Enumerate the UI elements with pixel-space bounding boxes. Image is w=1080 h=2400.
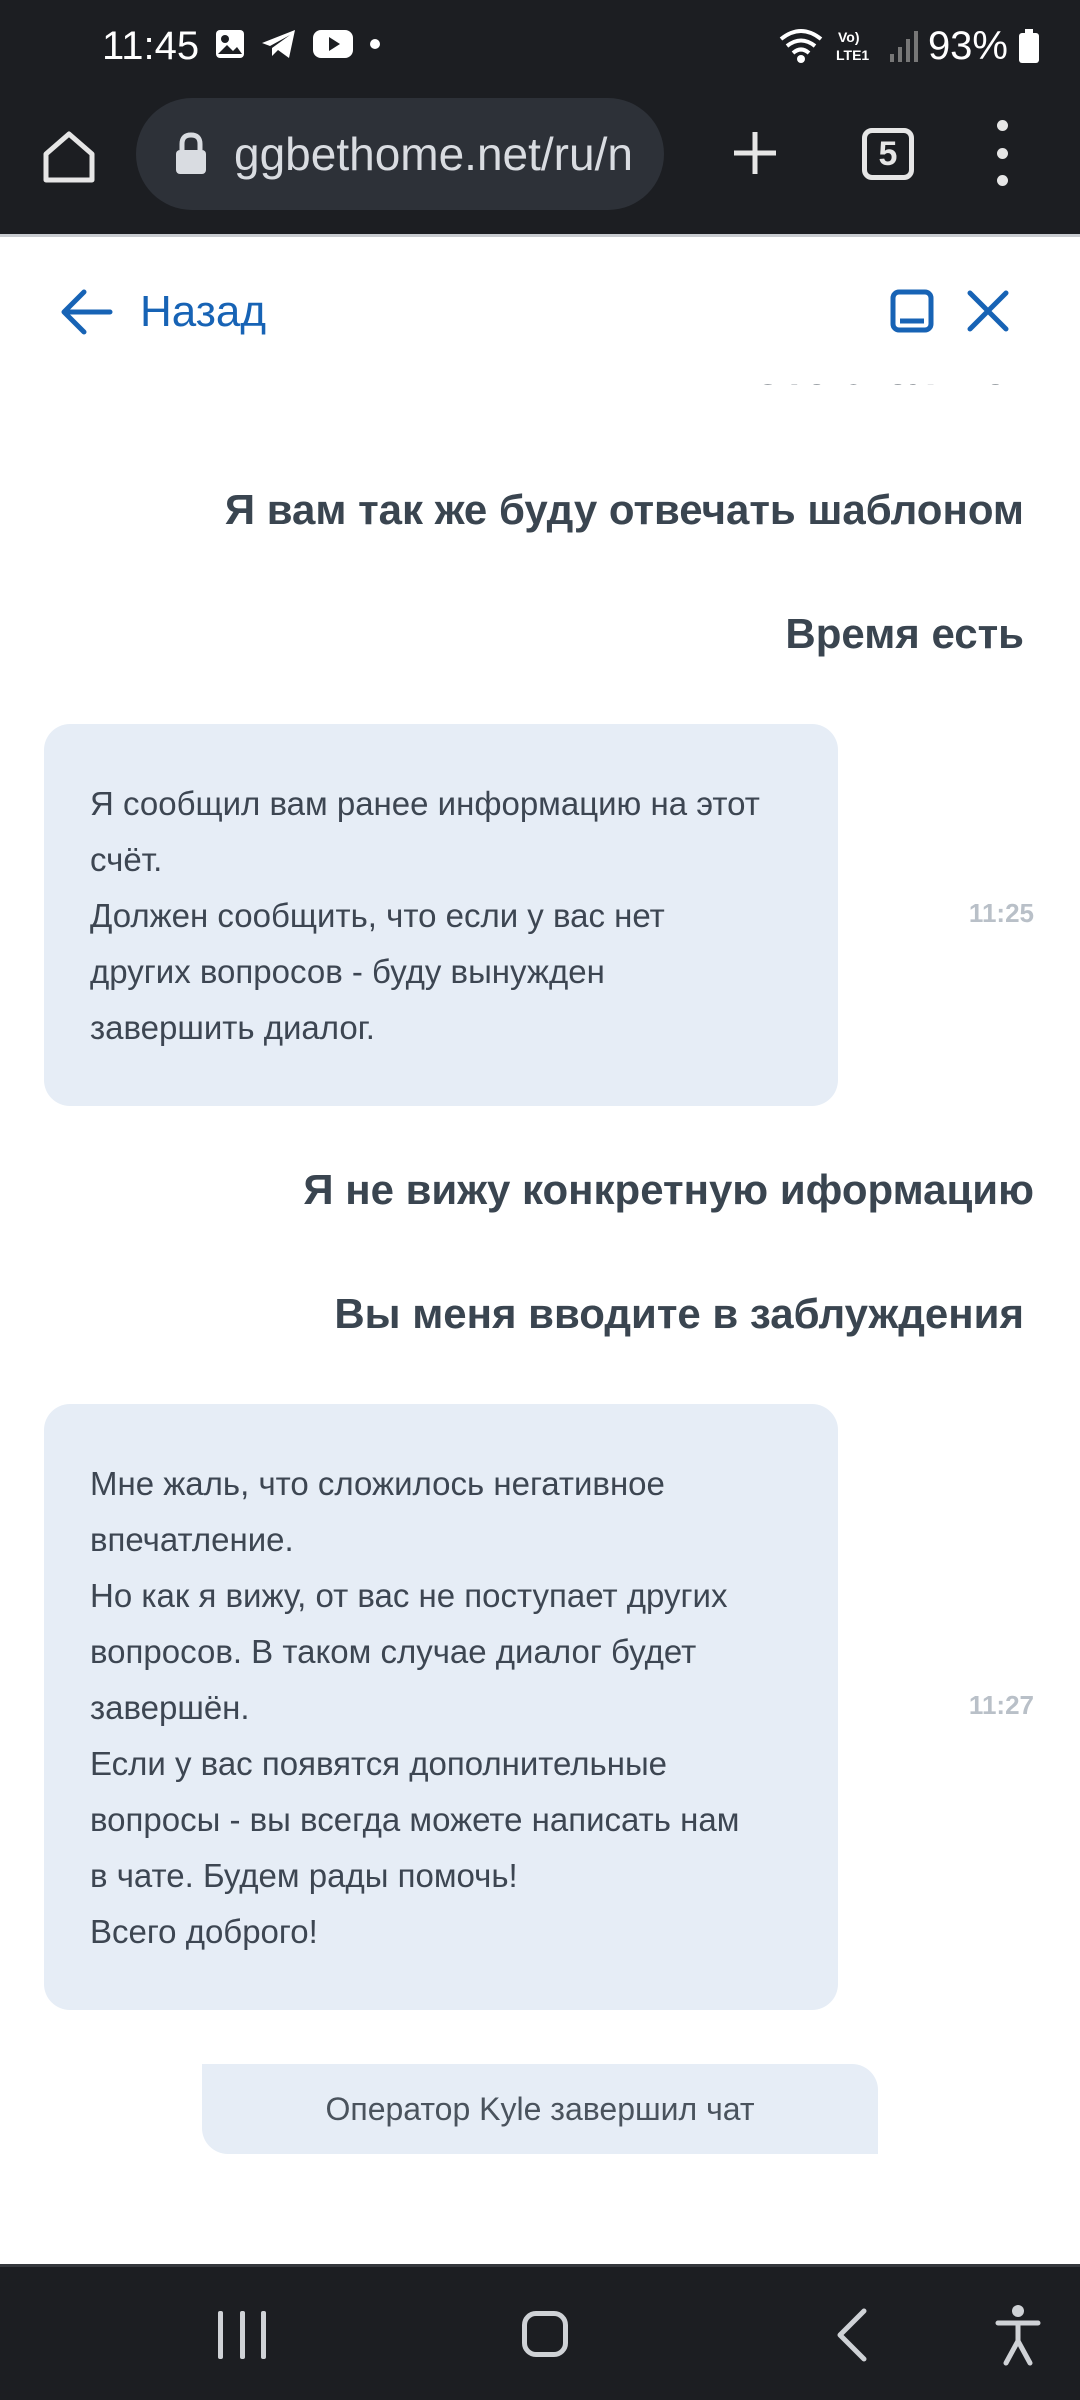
message-timestamp: 11:27 [968, 1690, 1034, 1720]
wifi-icon [779, 29, 823, 63]
battery-percent: 93% [927, 24, 1008, 68]
recents-bar [261, 2311, 266, 2359]
user-message: Я вам так же буду отвечать шаблоном [224, 486, 1024, 533]
plus-icon [734, 132, 776, 174]
arrow-left-icon [61, 289, 113, 335]
battery-icon [1019, 29, 1039, 63]
browser-toolbar: ggbethome.net/ru/n 5 [0, 92, 1080, 234]
svg-text:Vo): Vo) [838, 29, 860, 45]
menu-dot [996, 120, 1008, 131]
message-line: Мне жаль, что сложилось негативное [90, 1465, 665, 1502]
message-line: Если у вас появятся дополнительные [90, 1745, 668, 1782]
menu-dot [996, 175, 1008, 186]
system-icons: Vo) LTE1 93% [778, 20, 1040, 72]
home-nav-button[interactable] [522, 2311, 568, 2357]
signal-icon [889, 31, 918, 62]
accessibility-icon[interactable] [994, 2303, 1042, 2367]
close-button[interactable] [966, 289, 1010, 333]
message-line: вопросы - вы всегда можете написать нам [90, 1801, 740, 1838]
dot-icon [370, 39, 380, 49]
address-bar[interactable]: ggbethome.net/ru/n [136, 98, 664, 210]
user-message: Время есть [785, 610, 1024, 657]
message-line: Я сообщил вам ранее информацию на этот [90, 785, 760, 822]
user-message: Вы меня вводите в заблуждения [334, 1290, 1024, 1337]
chat-messages[interactable]: Это сколько? Я вам так же буду отвечать … [0, 384, 1080, 2264]
back-nav-button[interactable] [830, 2307, 874, 2363]
svg-text:LTE1: LTE1 [836, 47, 869, 63]
message-timestamp: 11:25 [968, 898, 1034, 928]
message-line: завершить диалог. [90, 1009, 375, 1046]
lock-icon [176, 132, 206, 174]
status-bar: 11:45 Vo) LTE1 93% [0, 0, 1080, 92]
message-line: в чате. Будем рады помочь! [90, 1857, 518, 1894]
recents-bar [218, 2311, 223, 2359]
browser-menu-button[interactable] [984, 120, 1020, 186]
minimize-button[interactable] [890, 289, 934, 333]
recents-button[interactable] [218, 2311, 266, 2359]
message-line: других вопросов - буду вынужден [90, 953, 605, 990]
message-line: вопросов. В таком случае диалог будет [90, 1633, 697, 1670]
message-line: Должен сообщить, что если у вас нет [90, 897, 665, 934]
tab-switcher-button[interactable]: 5 [862, 128, 914, 180]
gallery-icon [216, 30, 244, 58]
url-text: ggbethome.net/ru/n [234, 128, 633, 180]
lte-icon: Vo) LTE1 [836, 29, 869, 63]
home-icon [43, 131, 95, 183]
message-line: впечатление. [90, 1521, 294, 1558]
user-message: Я не вижу конкретную иформацию [303, 1166, 1034, 1213]
operator-message: Мне жаль, что сложилось негативное впеча… [44, 1404, 838, 2010]
telegram-icon [262, 30, 295, 58]
message-line: счёт. [90, 841, 163, 878]
menu-dot [996, 147, 1008, 159]
notification-icons [214, 28, 382, 60]
chat-header: Назад [0, 234, 1080, 384]
back-label: Назад [140, 287, 267, 336]
system-navigation-bar [0, 2264, 1080, 2400]
youtube-icon [313, 30, 353, 58]
user-message-partial: Это сколько? [754, 384, 1034, 394]
back-button[interactable]: Назад [60, 287, 266, 337]
recents-bar [239, 2311, 245, 2359]
new-tab-button[interactable] [722, 120, 788, 186]
status-time: 11:45 [102, 24, 200, 68]
operator-message: Я сообщил вам ранее информацию на этот с… [44, 724, 838, 1106]
chat-ended-notice: Оператор Kyle завершил чат [202, 2064, 878, 2154]
home-button[interactable] [36, 124, 102, 190]
message-line: Всего доброго! [90, 1913, 318, 1950]
message-line: завершён. [90, 1689, 250, 1726]
message-line: Но как я вижу, от вас не поступает други… [90, 1577, 728, 1614]
